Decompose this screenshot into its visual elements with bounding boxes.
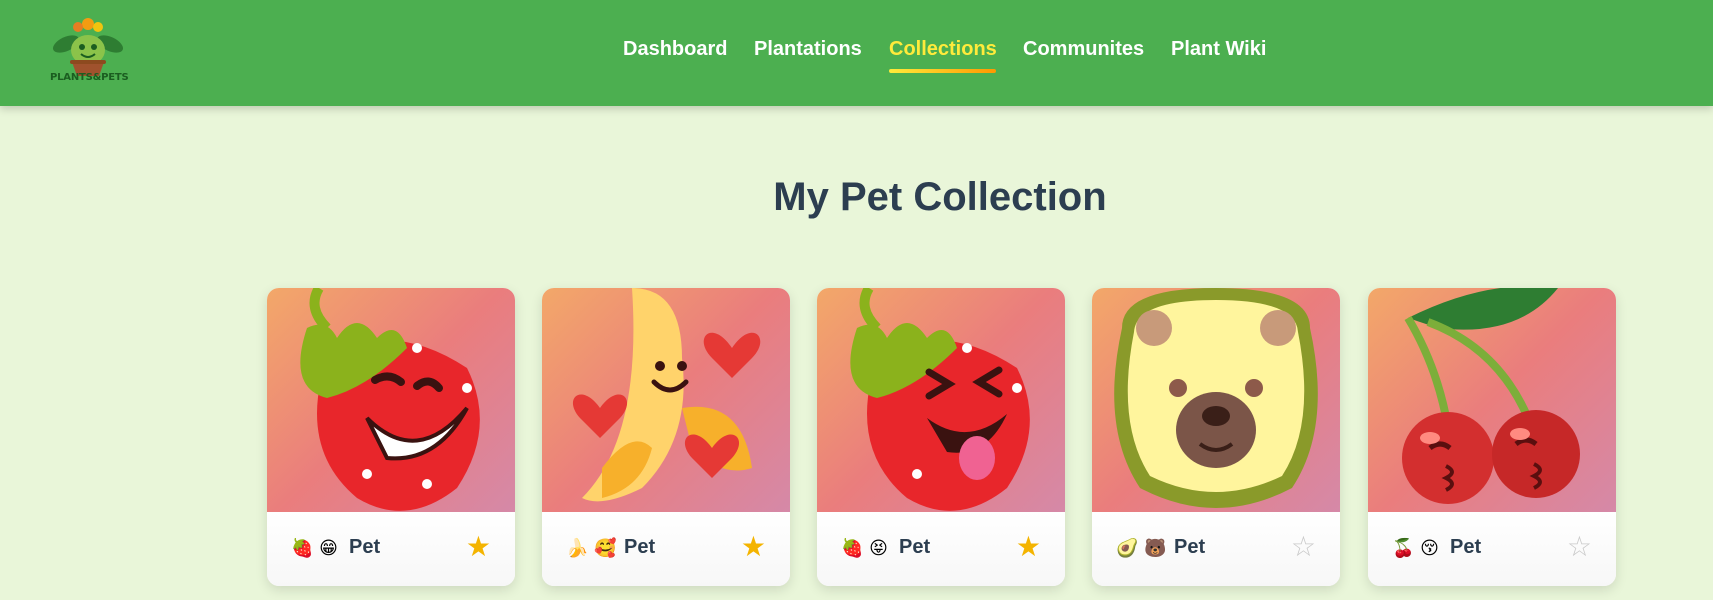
pet-emoji-combo: 🥑 🐻 xyxy=(1116,538,1167,559)
pet-name: Pet xyxy=(624,536,656,558)
strawberry-grin-icon xyxy=(300,288,480,511)
page-title: My Pet Collection xyxy=(773,175,1107,219)
pet-name: Pet xyxy=(349,536,381,558)
main-nav: Dashboard Plantations Collections Commun… xyxy=(0,38,1713,78)
banana-hearts-icon xyxy=(572,288,761,502)
card-footer: 🥑 🐻 Pet ☆ xyxy=(1092,512,1340,586)
pet-card[interactable]: 🍒 😚 Pet ☆ xyxy=(1368,288,1616,586)
top-navigation-bar: PLANTS&PETS Dashboard Plantations Collec… xyxy=(0,0,1713,106)
pet-image xyxy=(1092,288,1340,512)
pet-card[interactable]: 🍌 🥰 Pet ★ xyxy=(542,288,790,586)
favorite-star-icon[interactable]: ★ xyxy=(741,532,766,562)
nav-item-plant-wiki[interactable]: Plant Wiki xyxy=(1171,38,1266,61)
pet-emoji-combo: 🍓 😁 xyxy=(291,538,338,559)
pet-name: Pet xyxy=(899,536,931,558)
pet-card[interactable]: 🥑 🐻 Pet ☆ xyxy=(1092,288,1340,586)
favorite-star-icon[interactable]: ☆ xyxy=(1567,532,1592,562)
pet-emoji-combo: 🍒 😚 xyxy=(1392,538,1439,559)
nav-item-dashboard[interactable]: Dashboard xyxy=(623,38,727,61)
card-footer: 🍒 😚 Pet ☆ xyxy=(1368,512,1616,586)
favorite-star-icon[interactable]: ★ xyxy=(1016,532,1041,562)
pet-emoji-combo: 🍌 🥰 xyxy=(566,538,617,559)
nav-item-collections[interactable]: Collections xyxy=(889,38,997,61)
nav-item-communites[interactable]: Communites xyxy=(1023,38,1144,61)
active-nav-underline xyxy=(889,69,996,73)
pet-name: Pet xyxy=(1174,536,1206,558)
nav-item-plantations[interactable]: Plantations xyxy=(754,38,862,61)
strawberry-tongue-icon xyxy=(850,288,1030,511)
card-footer: 🍌 🥰 Pet ★ xyxy=(542,512,790,586)
pet-name: Pet xyxy=(1450,536,1482,558)
pet-image xyxy=(817,288,1065,512)
card-footer: 🍓 😁 Pet ★ xyxy=(267,512,515,586)
pet-image xyxy=(267,288,515,512)
pet-image xyxy=(542,288,790,512)
card-footer: 🍓 😝 Pet ★ xyxy=(817,512,1065,586)
pet-card[interactable]: 🍓 😝 Pet ★ xyxy=(817,288,1065,586)
pet-card[interactable]: 🍓 😁 Pet ★ xyxy=(267,288,515,586)
pet-image xyxy=(1368,288,1616,512)
favorite-star-icon[interactable]: ★ xyxy=(466,532,491,562)
avocado-bear-icon xyxy=(1114,288,1318,508)
pet-emoji-combo: 🍓 😝 xyxy=(841,538,888,559)
cherry-kiss-icon xyxy=(1402,288,1580,504)
favorite-star-icon[interactable]: ☆ xyxy=(1291,532,1316,562)
